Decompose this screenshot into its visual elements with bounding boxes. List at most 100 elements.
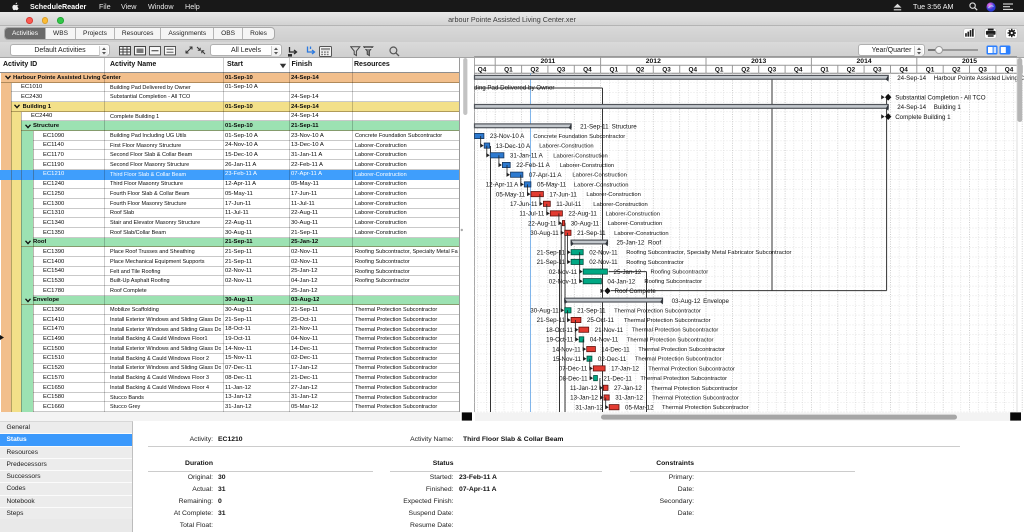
svg-text:22-Feb-11 A: 22-Feb-11 A	[516, 162, 550, 169]
svg-text:Thermal Protection Subcontract: Thermal Protection Subcontractor	[638, 347, 725, 353]
svg-text:02-Nov-11: 02-Nov-11	[589, 249, 618, 256]
svg-text:Thermal Protection Subcontract: Thermal Protection Subcontractor	[614, 308, 701, 314]
svg-text:30-Aug-11: 30-Aug-11	[530, 230, 559, 237]
svg-text:Thermal Protection Subcontract: Thermal Protection Subcontractor	[648, 366, 735, 372]
svg-text:Thermal Protection Subcontract: Thermal Protection Subcontractor	[640, 376, 727, 382]
svg-text:Thermal Protection Subcontract: Thermal Protection Subcontractor	[635, 357, 722, 363]
svg-text:23-Nov-10 A: 23-Nov-10 A	[490, 133, 525, 140]
svg-text:Substantial Completion - All T: Substantial Completion - All TCO	[895, 94, 986, 101]
svg-text:Q4: Q4	[899, 66, 908, 73]
svg-text:Q2: Q2	[530, 66, 539, 73]
svg-text:Concrete Foundation Subcontrac: Concrete Foundation Subcontractor	[533, 134, 625, 140]
svg-text:18-Oct-11: 18-Oct-11	[546, 327, 574, 334]
svg-text:11-Jul-11: 11-Jul-11	[556, 201, 581, 208]
svg-text:Q1: Q1	[504, 66, 513, 73]
svg-text:Laborer-Construction: Laborer-Construction	[572, 173, 626, 179]
svg-text:04-Jan-12: 04-Jan-12	[607, 278, 635, 285]
svg-text:Q1: Q1	[926, 66, 935, 73]
svg-text:Laborer-Construction: Laborer-Construction	[586, 192, 640, 198]
svg-text:05-May-11: 05-May-11	[537, 182, 567, 189]
svg-text:Roofing Subcontractor: Roofing Subcontractor	[651, 270, 709, 276]
svg-text:30-Aug-11: 30-Aug-11	[530, 308, 559, 315]
svg-text:2013: 2013	[751, 58, 766, 65]
svg-text:Laborer-Construction: Laborer-Construction	[606, 211, 660, 217]
svg-text:ding Pad Delivered by Owner: ding Pad Delivered by Owner	[474, 85, 554, 92]
svg-text:Envelope: Envelope	[703, 298, 729, 305]
svg-text:25-Jan-12: 25-Jan-12	[614, 269, 642, 276]
svg-text:Roof Complete: Roof Complete	[615, 288, 657, 295]
svg-text:31-Jan-11 A: 31-Jan-11 A	[510, 153, 544, 160]
svg-text:Q3: Q3	[978, 66, 987, 73]
svg-text:2015: 2015	[962, 58, 977, 65]
svg-text:11-Jul-11: 11-Jul-11	[519, 211, 544, 218]
svg-text:Q1: Q1	[610, 66, 619, 73]
svg-text:Laborer-Construction: Laborer-Construction	[539, 144, 593, 150]
svg-text:22-Aug-11: 22-Aug-11	[568, 211, 597, 218]
svg-text:02-Dec-11: 02-Dec-11	[598, 356, 627, 363]
svg-text:12-Apr-11 A: 12-Apr-11 A	[486, 182, 519, 189]
svg-text:Roofing Subcontractor, Special: Roofing Subcontractor, Specialty Metal F…	[626, 250, 791, 256]
svg-text:Laborer-Construction: Laborer-Construction	[614, 231, 668, 237]
svg-text:Q2: Q2	[741, 66, 750, 73]
svg-text:08-Dec-11: 08-Dec-11	[559, 375, 588, 382]
svg-text:Roofing Subcontractor: Roofing Subcontractor	[644, 279, 702, 285]
svg-text:Q4: Q4	[794, 66, 803, 73]
svg-text:19-Oct-11: 19-Oct-11	[546, 337, 574, 344]
svg-text:Q4: Q4	[1005, 66, 1014, 73]
svg-text:Laborer-Construction: Laborer-Construction	[593, 202, 647, 208]
svg-text:2011: 2011	[541, 58, 556, 65]
svg-text:Harbour Pointe Assisted Living: Harbour Pointe Assisted Living Ce	[934, 75, 1024, 82]
svg-text:Thermal Protection Subcontract: Thermal Protection Subcontractor	[632, 328, 719, 334]
svg-text:30-Aug-11: 30-Aug-11	[571, 220, 600, 227]
svg-text:02-Nov-11: 02-Nov-11	[549, 269, 578, 276]
svg-text:Q3: Q3	[662, 66, 671, 73]
svg-text:21-Nov-11: 21-Nov-11	[595, 327, 624, 334]
svg-text:Q2: Q2	[636, 66, 645, 73]
svg-text:Laborer-Construction: Laborer-Construction	[574, 182, 628, 188]
svg-text:25-Oct-11: 25-Oct-11	[587, 317, 615, 324]
svg-text:25-Jan-12: 25-Jan-12	[617, 240, 645, 247]
svg-text:Q2: Q2	[847, 66, 856, 73]
svg-text:04-Nov-11: 04-Nov-11	[590, 337, 619, 344]
svg-text:Q1: Q1	[820, 66, 829, 73]
svg-text:Laborer-Construction: Laborer-Construction	[608, 221, 662, 227]
svg-text:2014: 2014	[857, 58, 872, 65]
svg-text:22-Aug-11: 22-Aug-11	[528, 220, 557, 227]
svg-text:Q4: Q4	[478, 66, 487, 73]
svg-text:21-Sep-11: 21-Sep-11	[577, 308, 606, 315]
svg-text:11-Jan-12: 11-Jan-12	[570, 385, 598, 392]
svg-text:Thermal Protection Subcontract: Thermal Protection Subcontractor	[651, 386, 738, 392]
svg-text:24-Sep-14: 24-Sep-14	[897, 75, 926, 82]
svg-text:21-Dec-11: 21-Dec-11	[603, 375, 632, 382]
svg-text:Q4: Q4	[583, 66, 592, 73]
svg-text:07-Apr-11 A: 07-Apr-11 A	[529, 172, 562, 179]
svg-text:02-Nov-11: 02-Nov-11	[549, 278, 578, 285]
svg-text:17-Jun-11: 17-Jun-11	[549, 191, 577, 198]
svg-text:15-Nov-11: 15-Nov-11	[553, 356, 582, 363]
svg-text:13-Jan-12: 13-Jan-12	[570, 395, 598, 402]
svg-text:Laborer-Construction: Laborer-Construction	[560, 163, 614, 169]
svg-text:Building 1: Building 1	[934, 104, 962, 111]
svg-text:Q4: Q4	[689, 66, 698, 73]
svg-text:Thermal Protection Subcontract: Thermal Protection Subcontractor	[662, 405, 749, 411]
svg-text:05-May-11: 05-May-11	[496, 191, 526, 198]
svg-text:Structure: Structure	[612, 124, 638, 131]
svg-text:2012: 2012	[646, 58, 661, 65]
svg-text:21-Sep-11: 21-Sep-11	[537, 317, 566, 324]
svg-text:17-Jun-11: 17-Jun-11	[510, 201, 538, 208]
svg-text:Thermal Protection Subcontract: Thermal Protection Subcontractor	[627, 337, 714, 343]
svg-text:27-Jan-12: 27-Jan-12	[614, 385, 642, 392]
svg-text:Thermal Protection Subcontract: Thermal Protection Subcontractor	[652, 396, 739, 402]
svg-text:24-Sep-14: 24-Sep-14	[897, 104, 926, 111]
svg-text:05-Mar-12: 05-Mar-12	[625, 404, 654, 411]
svg-text:Roof: Roof	[648, 240, 661, 247]
svg-text:Q1: Q1	[715, 66, 724, 73]
svg-text:07-Dec-11: 07-Dec-11	[559, 366, 588, 373]
svg-text:21-Sep-11: 21-Sep-11	[577, 230, 606, 237]
svg-text:Complete Building 1: Complete Building 1	[895, 114, 951, 121]
svg-text:03-Aug-12: 03-Aug-12	[672, 298, 701, 305]
svg-text:Q2: Q2	[952, 66, 961, 73]
svg-text:Q3: Q3	[557, 66, 566, 73]
svg-text:Laborer-Construction: Laborer-Construction	[553, 153, 607, 159]
svg-text:21-Sep-11: 21-Sep-11	[580, 124, 609, 131]
